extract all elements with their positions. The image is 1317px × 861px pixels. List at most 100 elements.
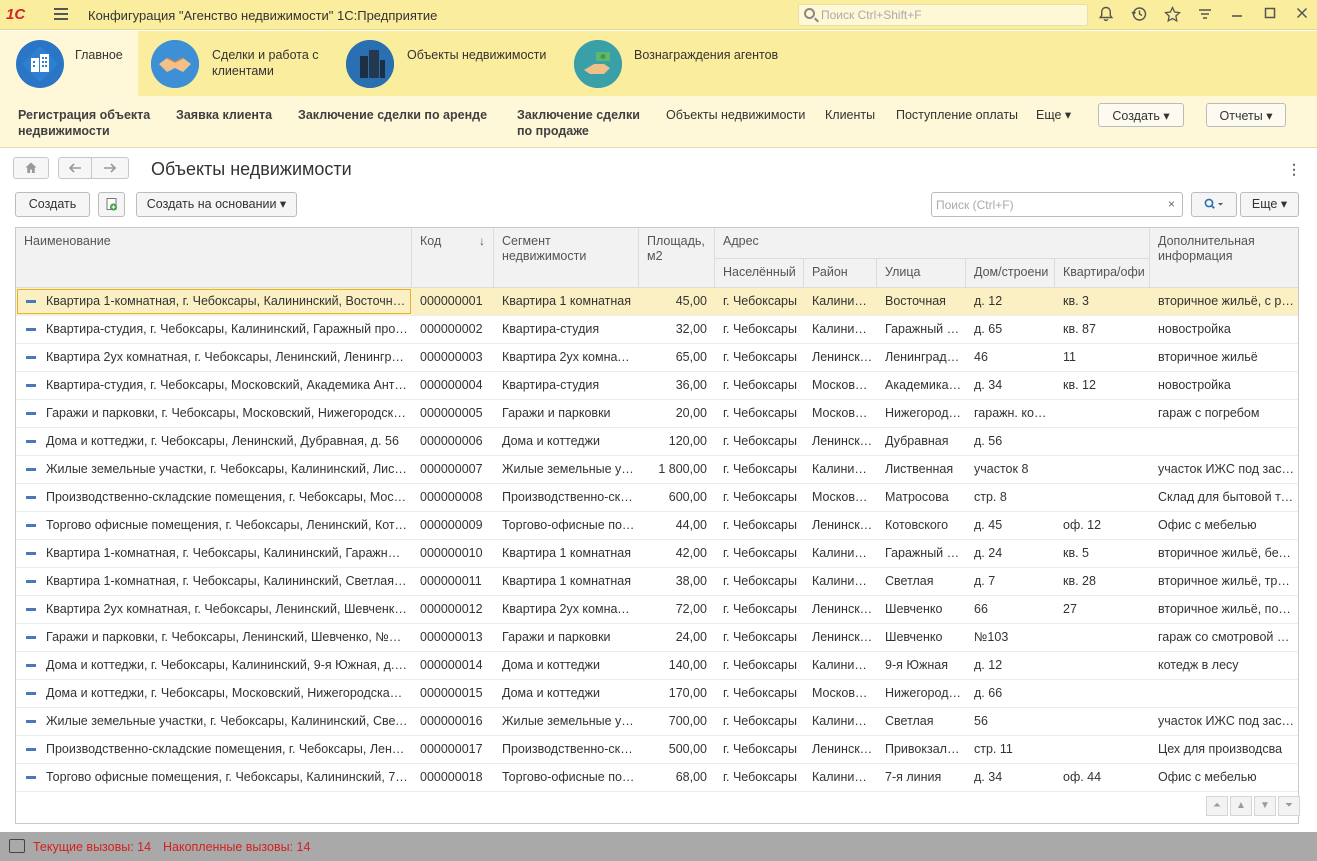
home-button[interactable] [13, 157, 49, 179]
table-row[interactable]: Квартира-студия, г. Чебоксары, Московски… [16, 372, 1298, 400]
windows-icon[interactable] [9, 839, 25, 853]
copy-record-button[interactable] [98, 192, 125, 217]
cell-street: Привокзальная [885, 742, 966, 756]
table-row[interactable]: Производственно-складские помещения, г. … [16, 484, 1298, 512]
cell-info: новостройка [1158, 378, 1231, 392]
cell-segment: Квартира-студия [502, 322, 600, 336]
create-button[interactable]: Создать [15, 192, 90, 217]
table-row[interactable]: Производственно-складские помещения, г. … [16, 736, 1298, 764]
cell-street: Матросова [885, 490, 949, 504]
table-row[interactable]: Торгово офисные помещения, г. Чебоксары,… [16, 764, 1298, 792]
cmd-payments[interactable]: Поступление оплаты [896, 107, 1018, 123]
more-actions-icon[interactable]: ⋮ [1287, 161, 1301, 178]
cmd-objects[interactable]: Объекты недвижимости [666, 107, 805, 123]
table-row[interactable]: Квартира 2ух комнатная, г. Чебоксары, Ле… [16, 344, 1298, 372]
column-header-info[interactable]: Дополнительная информация [1150, 228, 1298, 288]
column-header-code[interactable]: Код ↓ [412, 228, 494, 288]
table-row[interactable]: Дома и коттеджи, г. Чебоксары, Московски… [16, 680, 1298, 708]
cell-code: 000000003 [420, 350, 483, 364]
table-row[interactable]: Жилые земельные участки, г. Чебоксары, К… [16, 456, 1298, 484]
cell-info: участок ИЖС под застройку [1158, 462, 1298, 476]
cell-name: Квартира 2ух комнатная, г. Чебоксары, Ле… [46, 350, 412, 364]
cell-house: д. 45 [974, 518, 1003, 532]
catalog-item-icon [26, 720, 36, 723]
scroll-down-icon[interactable]: ▼ [1254, 796, 1276, 816]
table-row[interactable]: Квартира 1-комнатная, г. Чебоксары, Кали… [16, 540, 1298, 568]
section-rewards[interactable]: Вознаграждения агентов [562, 31, 802, 96]
cell-area: 36,00 [675, 378, 707, 392]
column-header-apartment[interactable]: Квартира/офи [1055, 259, 1150, 288]
cell-district: Калининский [812, 574, 877, 588]
create-menu-button[interactable]: Создать ▾ [1098, 103, 1184, 127]
forward-button[interactable] [91, 157, 129, 179]
star-icon[interactable] [1163, 5, 1181, 24]
table-row[interactable]: Гаражи и парковки, г. Чебоксары, Ленинск… [16, 624, 1298, 652]
main-menu-icon[interactable] [54, 8, 68, 20]
column-header-segment[interactable]: Сегмент недвижимости [494, 228, 639, 288]
bell-icon[interactable] [1097, 6, 1115, 24]
column-header-house[interactable]: Дом/строени [966, 259, 1055, 288]
table-row[interactable]: Жилые земельные участки, г. Чебоксары, К… [16, 708, 1298, 736]
global-search-input[interactable]: Поиск Ctrl+Shift+F [798, 4, 1088, 26]
cell-area: 20,00 [675, 406, 707, 420]
cell-house: д. 7 [974, 574, 996, 588]
column-header-settlement[interactable]: Населённый [715, 259, 804, 288]
table-row[interactable]: Квартира-студия, г. Чебоксары, Калининск… [16, 316, 1298, 344]
search-options-button[interactable] [1191, 192, 1237, 217]
cmd-clients[interactable]: Клиенты [825, 107, 875, 123]
scroll-to-top-icon[interactable]: ⏶ [1206, 796, 1228, 816]
more-button[interactable]: Еще ▾ [1240, 192, 1299, 217]
sections-panel: Главное Сделки и работа с клиентами Объе… [0, 31, 1317, 96]
cell-district: Калининский [812, 294, 877, 308]
cmd-client-request[interactable]: Заявка клиента [176, 107, 272, 123]
cell-street: Нижегородская [885, 406, 966, 420]
history-icon[interactable] [1130, 6, 1148, 24]
column-header-area[interactable]: Площадь, м2 [639, 228, 715, 288]
reports-menu-button[interactable]: Отчеты ▾ [1206, 103, 1286, 127]
cell-name: Жилые земельные участки, г. Чебоксары, К… [46, 462, 412, 476]
cell-segment: Квартира-студия [502, 378, 600, 392]
table-row[interactable]: Квартира 1-комнатная, г. Чебоксары, Кали… [16, 288, 1298, 316]
scroll-up-icon[interactable]: ▲ [1230, 796, 1252, 816]
section-objects[interactable]: Объекты недвижимости [334, 31, 554, 96]
cell-apartment: 11 [1063, 350, 1076, 364]
cell-code: 000000012 [420, 602, 483, 616]
close-icon[interactable] [1293, 6, 1311, 24]
scroll-to-bottom-icon[interactable]: ⏷ [1278, 796, 1300, 816]
table-row[interactable]: Квартира 2ух комнатная, г. Чебоксары, Ле… [16, 596, 1298, 624]
clear-search-icon[interactable]: × [1161, 192, 1183, 217]
back-button[interactable] [58, 157, 92, 179]
column-header-name[interactable]: Наименование [16, 228, 412, 288]
minimize-icon[interactable] [1228, 6, 1246, 24]
cmd-register-object[interactable]: Регистрация объекта недвижимости [18, 107, 168, 139]
cmd-rent-deal[interactable]: Заключение сделки по аренде [298, 107, 487, 123]
table-row[interactable]: Квартира 1-комнатная, г. Чебоксары, Кали… [16, 568, 1298, 596]
cell-house: д. 34 [974, 378, 1003, 392]
column-header-district[interactable]: Район [804, 259, 877, 288]
cell-settlement: г. Чебоксары [723, 742, 797, 756]
cell-area: 140,00 [668, 658, 707, 672]
cmd-sale-deal[interactable]: Заключение сделки по продаже [517, 107, 657, 139]
cell-district: Московский [812, 686, 877, 700]
maximize-icon[interactable] [1261, 6, 1279, 24]
table-row[interactable]: Дома и коттеджи, г. Чебоксары, Калининск… [16, 652, 1298, 680]
column-header-street[interactable]: Улица [877, 259, 966, 288]
catalog-item-icon [26, 636, 36, 639]
section-main[interactable]: Главное [0, 31, 138, 96]
section-deals[interactable]: Сделки и работа с клиентами [138, 31, 328, 96]
cell-code: 000000005 [420, 406, 483, 420]
cell-area: 42,00 [675, 546, 707, 560]
cell-area: 170,00 [668, 686, 707, 700]
cell-settlement: г. Чебоксары [723, 406, 797, 420]
cell-segment: Квартира 1 комнатная [502, 294, 632, 308]
cell-name: Гаражи и парковки, г. Чебоксары, Московс… [46, 406, 412, 420]
table-row[interactable]: Дома и коттеджи, г. Чебоксары, Ленинский… [16, 428, 1298, 456]
list-search-input[interactable]: Поиск (Ctrl+F) [931, 192, 1162, 217]
table-row[interactable]: Торгово офисные помещения, г. Чебоксары,… [16, 512, 1298, 540]
cell-house: 66 [974, 602, 988, 616]
cmd-more[interactable]: Еще ▾ [1036, 107, 1071, 123]
search-icon [804, 8, 815, 19]
create-based-on-button[interactable]: Создать на основании ▾ [136, 192, 297, 217]
settings-menu-icon[interactable] [1196, 6, 1214, 24]
table-row[interactable]: Гаражи и парковки, г. Чебоксары, Московс… [16, 400, 1298, 428]
